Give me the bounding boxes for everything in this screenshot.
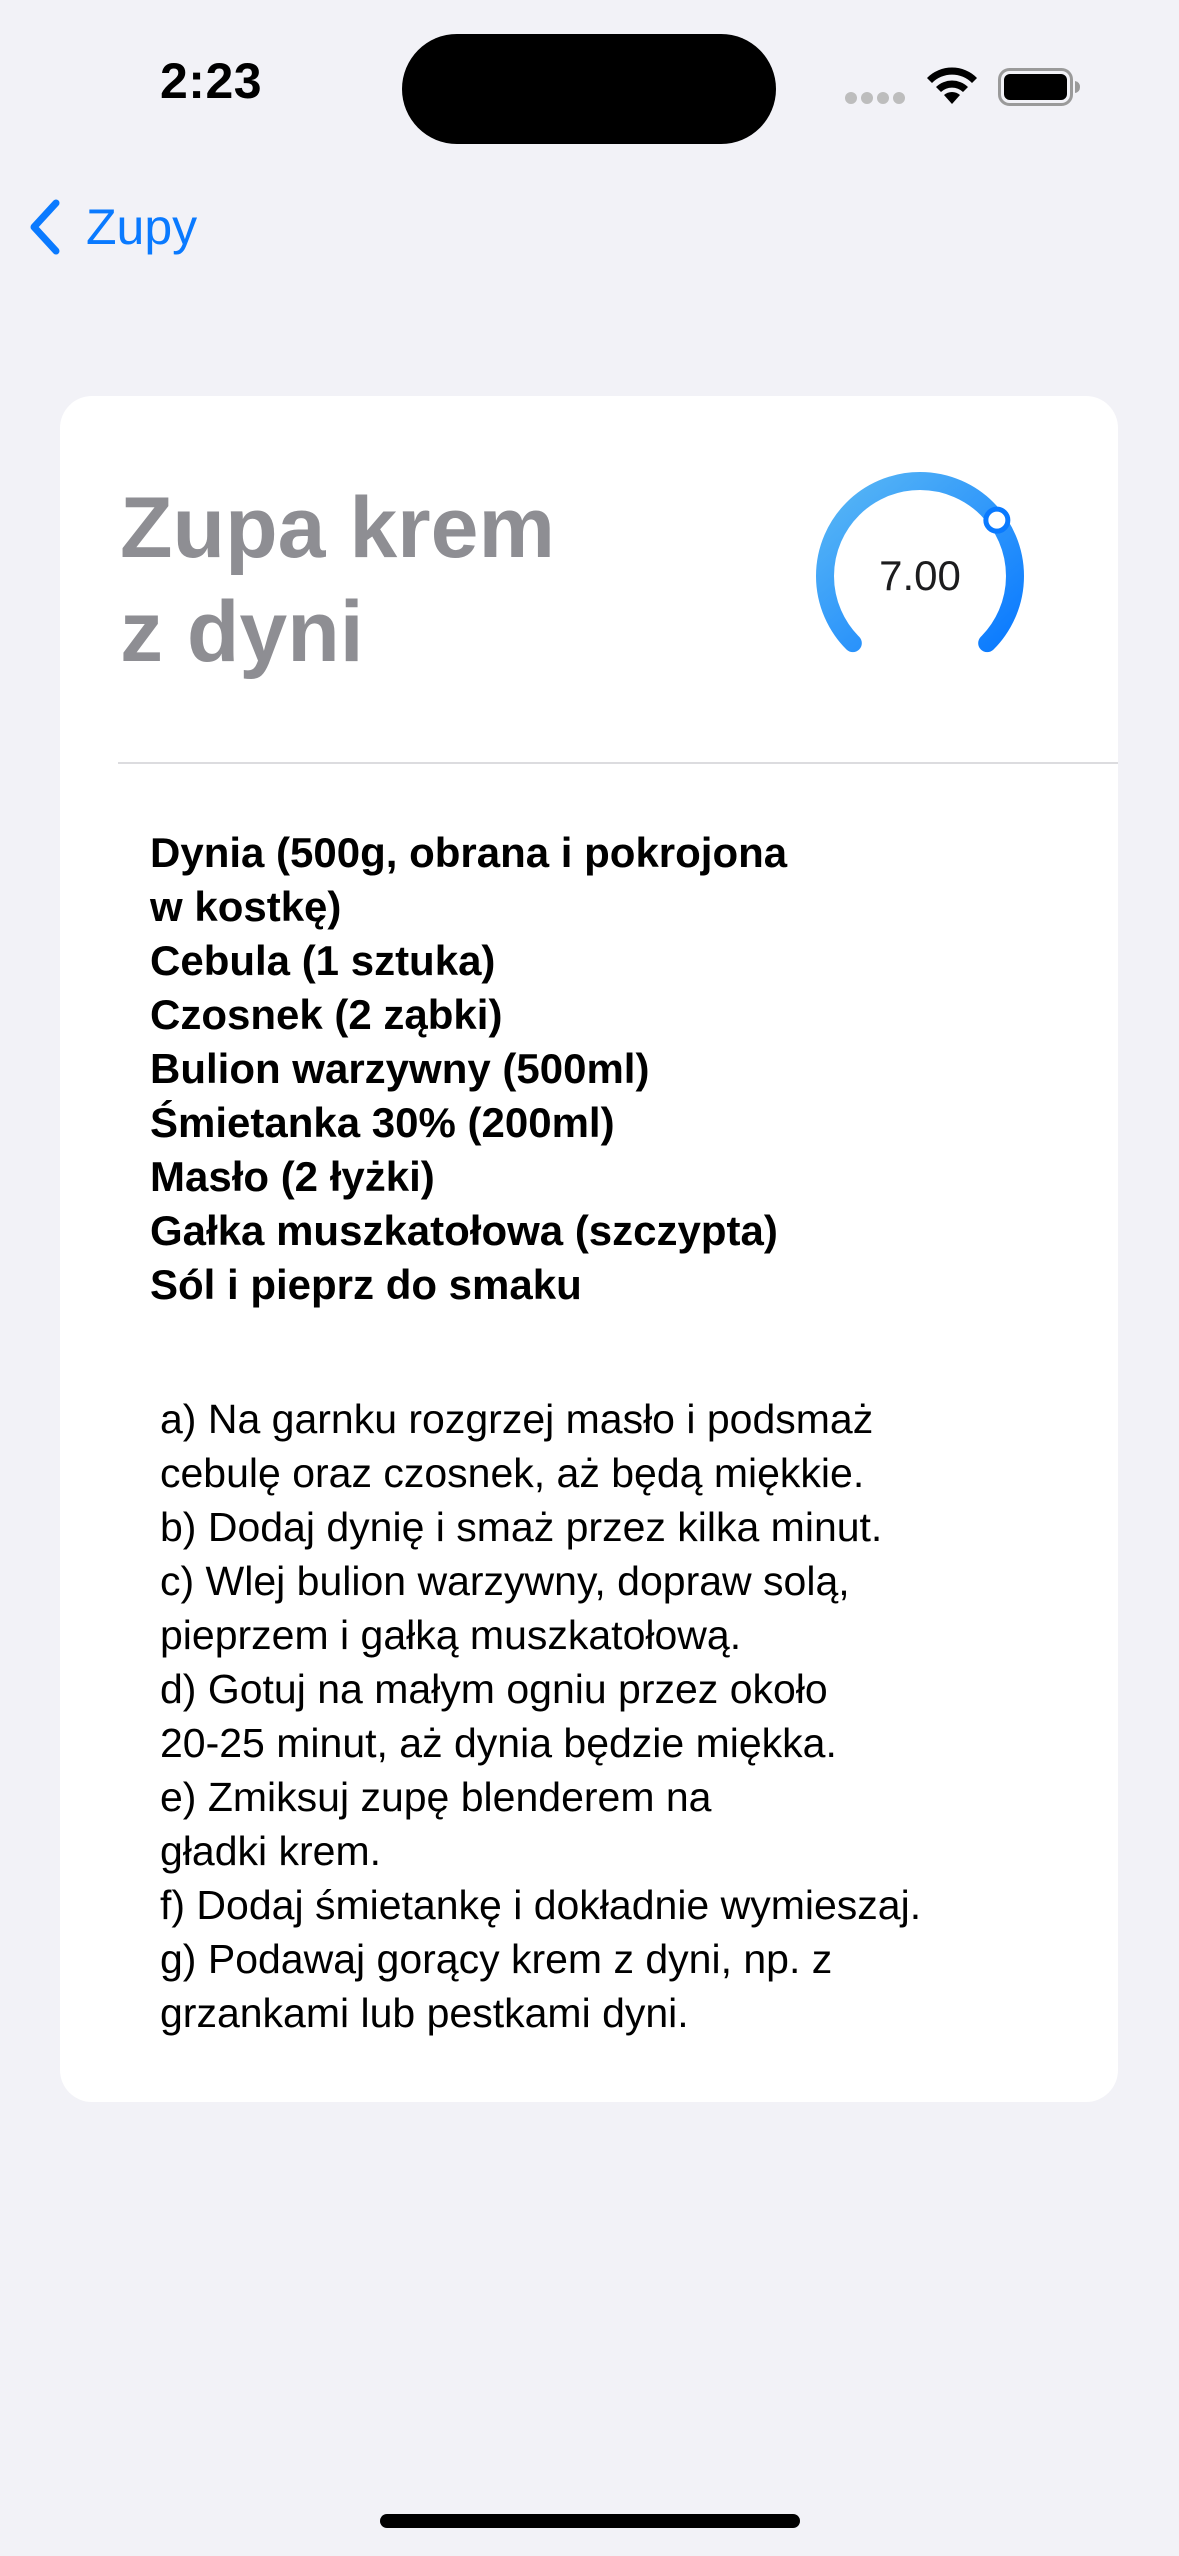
step-line: f) Dodaj śmietankę i dokładnie wymieszaj… xyxy=(160,1882,922,1928)
home-indicator[interactable] xyxy=(380,2514,800,2528)
rating-gauge: 7.00 xyxy=(800,456,1040,696)
ingredients-list: Dynia (500g, obrana i pokrojona w kostkę)… xyxy=(150,826,1030,1312)
ingredient-line: Sól i pieprz do smaku xyxy=(150,1261,582,1308)
wifi-icon xyxy=(927,67,977,104)
divider xyxy=(118,762,1118,764)
step-line: 20-25 minut, aż dynia będzie miękka. xyxy=(160,1720,837,1766)
step-line: c) Wlej bulion warzywny, dopraw solą, xyxy=(160,1558,850,1604)
recipe-title: Zupa krem z dyni xyxy=(120,476,680,684)
ingredient-line: w kostkę) xyxy=(150,883,342,930)
recipe-title-line: z dyni xyxy=(120,584,364,680)
step-line: gładki krem. xyxy=(160,1828,382,1874)
step-line: g) Podawaj gorący krem z dyni, np. z xyxy=(160,1936,833,1982)
cellular-signal-icon xyxy=(845,92,905,104)
step-line: grzankami lub pestkami dyni. xyxy=(160,1990,689,2036)
step-line: pieprzem i gałką muszkatołową. xyxy=(160,1612,742,1658)
ingredient-line: Masło (2 łyżki) xyxy=(150,1153,435,1200)
step-line: a) Na garnku rozgrzej masło i podsmaż xyxy=(160,1396,874,1442)
back-button[interactable]: Zupy xyxy=(24,192,197,262)
ingredient-line: Bulion warzywny (500ml) xyxy=(150,1045,650,1092)
ingredient-line: Gałka muszkatołowa (szczypta) xyxy=(150,1207,778,1254)
rating-value: 7.00 xyxy=(879,552,961,599)
recipe-title-line: Zupa krem xyxy=(120,480,555,576)
step-line: cebulę oraz czosnek, aż będą miękkie. xyxy=(160,1450,865,1496)
ingredient-line: Cebula (1 sztuka) xyxy=(150,937,496,984)
ingredient-line: Dynia (500g, obrana i pokrojona xyxy=(150,829,788,876)
step-line: d) Gotuj na małym ogniu przez około xyxy=(160,1666,828,1712)
steps-list: a) Na garnku rozgrzej masło i podsmaż ceb… xyxy=(160,1392,1100,2040)
battery-icon xyxy=(998,68,1080,106)
chevron-left-icon xyxy=(30,199,60,255)
step-line: b) Dodaj dynię i smaż przez kilka minut. xyxy=(160,1504,883,1550)
step-line: e) Zmiksuj zupę blenderem na xyxy=(160,1774,712,1820)
ingredient-line: Czosnek (2 ząbki) xyxy=(150,991,503,1038)
ingredient-line: Śmietanka 30% (200ml) xyxy=(150,1099,615,1146)
back-button-label: Zupy xyxy=(86,199,198,255)
status-time: 2:23 xyxy=(160,53,263,109)
recipe-card: Zupa krem z dyni 7.00 Dynia (500g, obran… xyxy=(60,396,1118,2102)
dynamic-island xyxy=(402,34,776,144)
